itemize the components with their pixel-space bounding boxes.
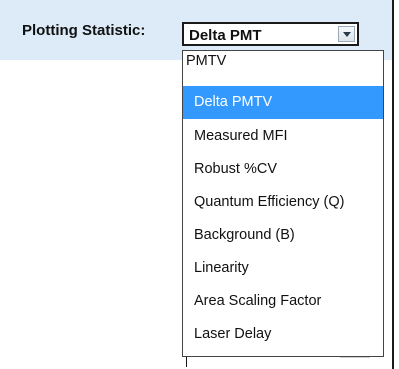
option-quantum-efficiency[interactable]: Quantum Efficiency (Q)	[183, 186, 383, 219]
selected-value: Delta PMT	[189, 27, 262, 44]
option-pmtv[interactable]: PMTV	[183, 51, 383, 77]
settings-panel: Plotting Statistic: Delta PMT PMTV Delta…	[0, 0, 394, 369]
option-linearity[interactable]: Linearity	[183, 252, 383, 285]
plotting-statistic-label: Plotting Statistic:	[22, 22, 146, 39]
option-robust-cv[interactable]: Robust %CV	[183, 153, 383, 186]
option-laser-delay[interactable]: Laser Delay	[183, 318, 383, 351]
dropdown-toggle-button[interactable]	[338, 26, 355, 42]
chevron-down-icon	[343, 32, 351, 37]
statistic-dropdown-list[interactable]: PMTV Delta PMTV Measured MFI Robust %CV …	[182, 50, 384, 357]
option-background[interactable]: Background (B)	[183, 219, 383, 252]
option-delta-pmtv[interactable]: Delta PMTV	[183, 86, 383, 119]
plotting-statistic-select[interactable]: Delta PMT	[182, 22, 359, 46]
divider	[340, 357, 370, 358]
option-measured-mfi[interactable]: Measured MFI	[183, 120, 383, 153]
divider	[186, 357, 187, 367]
option-area-scaling-factor[interactable]: Area Scaling Factor	[183, 285, 383, 318]
